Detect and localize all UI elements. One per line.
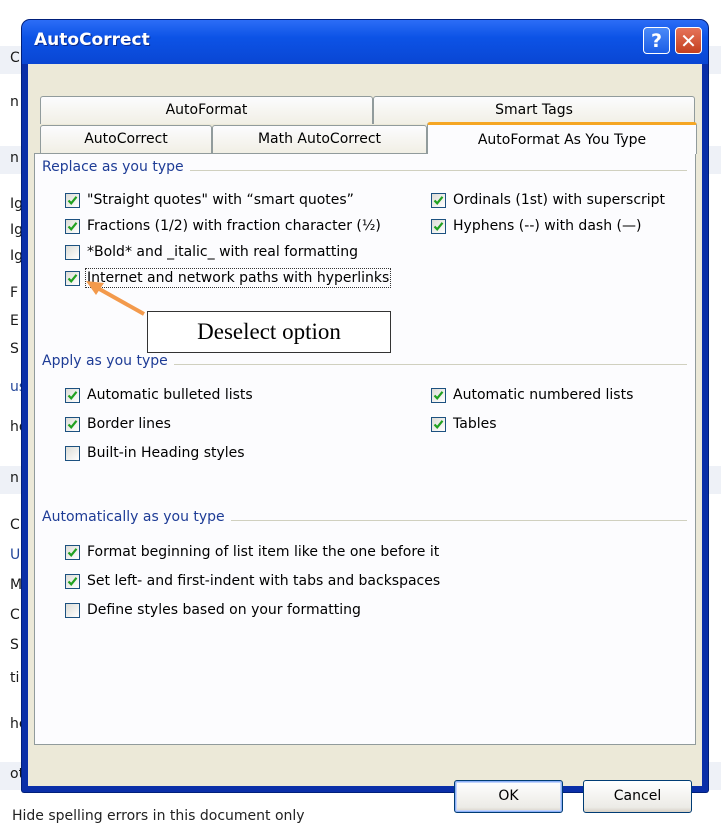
- tab-autocorrect[interactable]: AutoCorrect: [40, 125, 212, 153]
- checkbox[interactable]: [431, 218, 446, 234]
- bg-text: n: [10, 470, 19, 486]
- tab-autoformat[interactable]: AutoFormat: [40, 96, 373, 124]
- checkmark-icon: [67, 576, 78, 586]
- autocorrect-dialog: AutoCorrect ? ✕ AutoFormat Smart Tags Au…: [22, 20, 708, 813]
- option-tables[interactable]: Tables: [431, 416, 497, 432]
- option-label: Ordinals (1st) with superscript: [453, 192, 666, 208]
- checkbox[interactable]: [65, 218, 80, 234]
- group-title-replace: Replace as you type: [42, 159, 190, 175]
- option-label: "Straight quotes" with “smart quotes”: [87, 192, 354, 208]
- option-bold-italic[interactable]: *Bold* and _italic_ with real formatting: [65, 244, 358, 260]
- option-hyphens[interactable]: Hyphens (--) with dash (—): [431, 218, 641, 234]
- checkbox[interactable]: [65, 270, 80, 286]
- option-label: Set left- and first-indent with tabs and…: [87, 573, 441, 589]
- group-title-apply: Apply as you type: [42, 353, 174, 369]
- option-ordinals[interactable]: Ordinals (1st) with superscript: [431, 192, 665, 208]
- bg-text: ti: [10, 670, 20, 686]
- option-fractions[interactable]: Fractions (1/2) with fraction character …: [65, 218, 381, 234]
- dialog-title: AutoCorrect: [34, 30, 150, 50]
- checkbox[interactable]: [65, 602, 80, 618]
- option-label: Define styles based on your formatting: [87, 602, 361, 618]
- bg-text: C: [10, 607, 20, 623]
- checkmark-icon: [67, 221, 78, 231]
- option-format-list-item[interactable]: Format beginning of list item like the o…: [65, 544, 439, 560]
- bg-text: n: [10, 150, 19, 166]
- checkbox[interactable]: [431, 387, 446, 403]
- checkmark-icon: [433, 419, 444, 429]
- checkbox[interactable]: [65, 573, 80, 589]
- option-label: Automatic bulleted lists: [87, 387, 253, 403]
- ok-button[interactable]: OK: [454, 780, 563, 813]
- checkbox[interactable]: [431, 192, 446, 208]
- checkmark-icon: [67, 273, 78, 283]
- checkbox[interactable]: [65, 192, 80, 208]
- option-heading-styles[interactable]: Built-in Heading styles: [65, 445, 245, 461]
- checkmark-icon: [67, 547, 78, 557]
- close-icon: ✕: [680, 28, 697, 53]
- option-define-styles[interactable]: Define styles based on your formatting: [65, 602, 361, 618]
- option-label: Format beginning of list item like the o…: [87, 544, 440, 560]
- help-icon: ?: [650, 29, 663, 52]
- title-bar[interactable]: AutoCorrect ? ✕: [22, 20, 708, 64]
- bg-text: F: [10, 285, 19, 301]
- option-label: Built-in Heading styles: [87, 445, 245, 461]
- bg-text: S: [10, 341, 19, 357]
- option-bulleted-lists[interactable]: Automatic bulleted lists: [65, 387, 253, 403]
- checkbox[interactable]: [65, 244, 80, 260]
- cancel-button[interactable]: Cancel: [583, 780, 692, 813]
- dialog-client: AutoFormat Smart Tags AutoCorrect Math A…: [28, 64, 702, 813]
- option-label: Hyphens (--) with dash (—): [453, 218, 642, 234]
- option-label: Tables: [453, 416, 497, 432]
- checkmark-icon: [67, 390, 78, 400]
- checkbox[interactable]: [65, 387, 80, 403]
- checkbox[interactable]: [65, 445, 80, 461]
- deselect-callout: Deselect option: [147, 311, 391, 353]
- checkbox[interactable]: [431, 416, 446, 432]
- checkmark-icon: [433, 195, 444, 205]
- option-border-lines[interactable]: Border lines: [65, 416, 171, 432]
- tab-math-autocorrect[interactable]: Math AutoCorrect: [212, 125, 427, 153]
- close-button[interactable]: ✕: [675, 27, 702, 54]
- bg-text: C: [10, 50, 20, 66]
- bg-text: C: [10, 517, 20, 533]
- option-set-indent[interactable]: Set left- and first-indent with tabs and…: [65, 573, 440, 589]
- bg-text: E: [10, 313, 19, 329]
- bg-text: M: [10, 577, 23, 593]
- checkmark-icon: [67, 419, 78, 429]
- tab-autoformat-as-you-type[interactable]: AutoFormat As You Type: [427, 122, 697, 154]
- tab-panel: Replace as you type "Straight quotes" wi…: [34, 153, 696, 745]
- help-button[interactable]: ?: [643, 27, 670, 54]
- tab-smart-tags[interactable]: Smart Tags: [373, 96, 695, 124]
- bg-text: U: [10, 547, 21, 563]
- option-label: Border lines: [87, 416, 171, 432]
- checkbox[interactable]: [65, 544, 80, 560]
- bg-text: S: [10, 637, 19, 653]
- hide-spelling-errors-label[interactable]: Hide spelling errors in this document on…: [12, 808, 305, 824]
- option-label: *Bold* and _italic_ with real formatting: [87, 244, 359, 260]
- checkmark-icon: [433, 221, 444, 231]
- bg-text: n: [10, 94, 19, 110]
- callout-arrow-icon: [86, 281, 145, 316]
- checkmark-icon: [67, 195, 78, 205]
- option-label: Automatic numbered lists: [453, 387, 634, 403]
- option-smart-quotes[interactable]: "Straight quotes" with “smart quotes”: [65, 192, 354, 208]
- option-label: Fractions (1/2) with fraction character …: [87, 218, 381, 234]
- option-numbered-lists[interactable]: Automatic numbered lists: [431, 387, 633, 403]
- checkbox[interactable]: [65, 416, 80, 432]
- checkmark-icon: [433, 390, 444, 400]
- group-title-auto: Automatically as you type: [42, 509, 231, 525]
